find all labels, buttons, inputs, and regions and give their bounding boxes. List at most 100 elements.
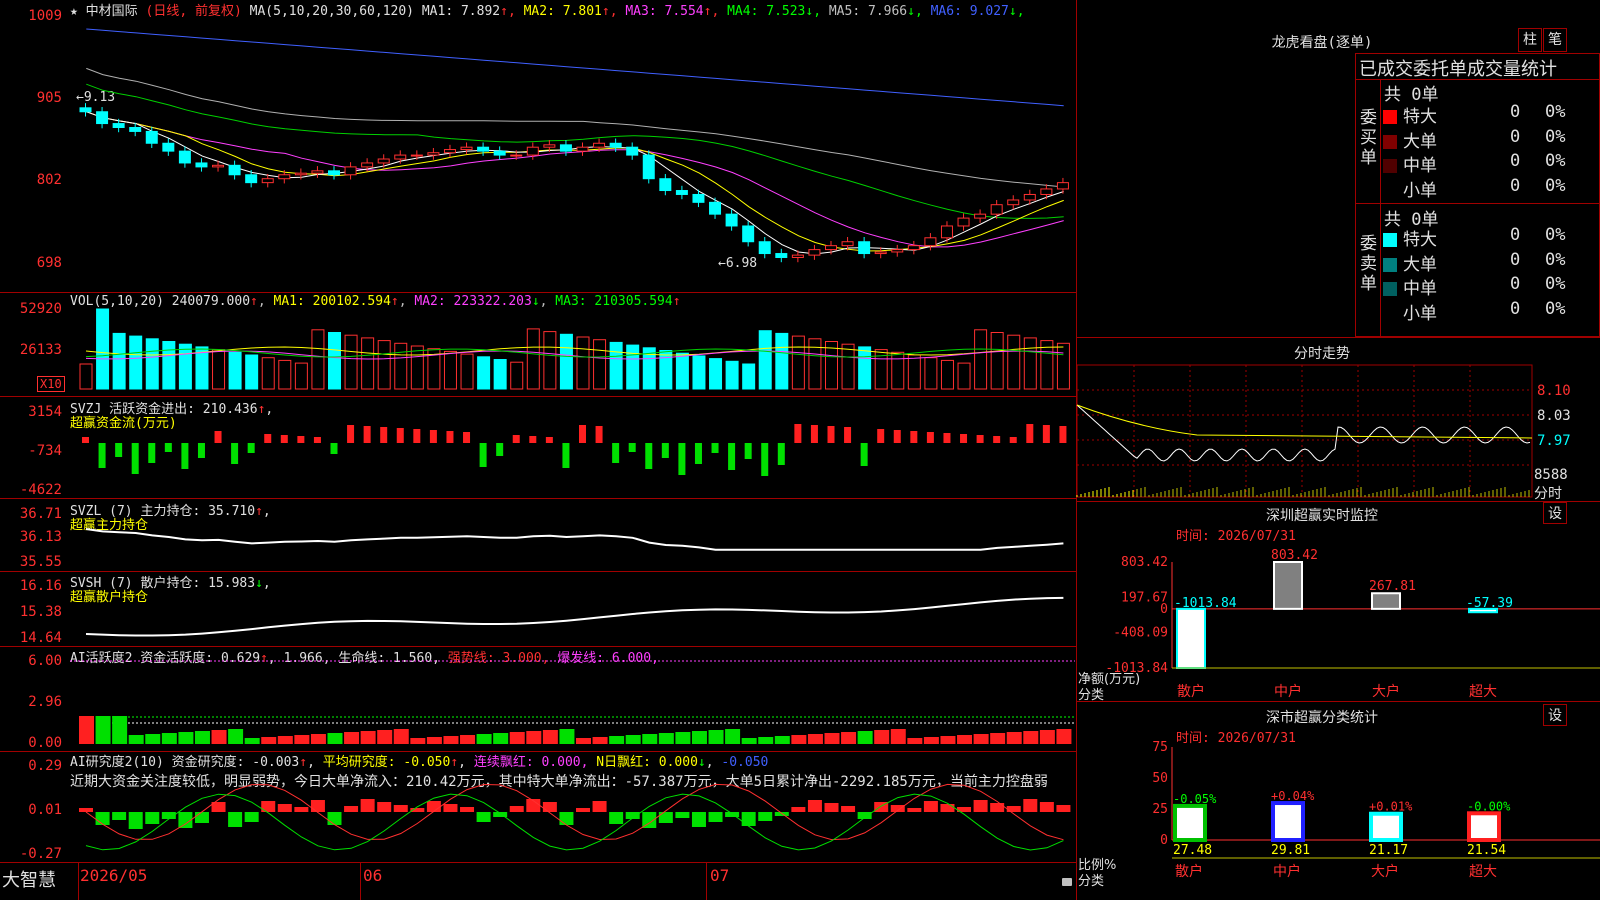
month-divider-3	[706, 862, 707, 900]
volume-bar	[858, 346, 872, 390]
ma-line-3	[86, 83, 1064, 219]
candle-body	[79, 107, 92, 113]
research-bar	[907, 808, 922, 812]
activity-bar	[708, 730, 724, 744]
volume-bar	[129, 335, 143, 390]
research-bar	[824, 803, 839, 812]
activity-bar	[824, 733, 840, 744]
research-bar	[923, 801, 938, 812]
intraday-chart[interactable]	[1076, 364, 1533, 500]
ma-line-1	[86, 28, 1064, 107]
research-bar	[691, 812, 706, 827]
research-bar	[145, 812, 160, 824]
volume-bar	[96, 308, 110, 390]
volume-bar	[278, 359, 292, 390]
candle-body	[460, 146, 473, 151]
tick-view-button[interactable]: 笔	[1543, 28, 1567, 52]
candlestick-chart[interactable]	[0, 0, 1077, 293]
volume-bar	[145, 338, 159, 390]
buy-pct: 0%	[1545, 102, 1566, 122]
candle-body	[195, 162, 208, 168]
activity-bar	[145, 734, 161, 744]
classify-axis-label: 75	[1152, 740, 1168, 755]
flow-bar	[612, 443, 620, 463]
candle-body	[311, 170, 324, 174]
research-bar	[377, 802, 392, 812]
buy-row: 大单	[1383, 127, 1437, 152]
activity-bar	[758, 737, 774, 744]
activity-bar	[957, 735, 973, 744]
flow-bar	[926, 432, 934, 443]
research-bar	[228, 812, 243, 827]
flow-bar	[661, 443, 669, 458]
activity-bar	[625, 735, 641, 744]
candle-body	[907, 245, 920, 251]
monitor-category-label: 散户	[1177, 683, 1205, 700]
flow-bar	[347, 425, 355, 443]
flow-bar	[860, 443, 868, 466]
research-bar	[940, 804, 955, 812]
activity-bar	[344, 732, 360, 744]
buy-pct: 0%	[1545, 126, 1566, 147]
candle-body	[1007, 199, 1020, 206]
svzl-line	[85, 528, 1064, 551]
candle-body	[626, 146, 639, 156]
candle-body	[1040, 188, 1053, 195]
flow-bar	[429, 430, 437, 443]
volume-bar	[841, 343, 855, 390]
stats-col-divider	[1380, 79, 1381, 337]
volume-bar	[974, 329, 988, 390]
monitor-value-label: -1013.84	[1174, 596, 1237, 611]
classify-settings-button[interactable]: 设	[1543, 704, 1567, 726]
buy-row: 特大	[1383, 102, 1437, 127]
research-bar	[990, 803, 1005, 812]
monitor-settings-button[interactable]: 设	[1543, 502, 1567, 524]
activity-bar	[128, 735, 144, 744]
volume-bar	[460, 353, 474, 390]
flow-bar	[413, 429, 421, 443]
intraday-frame	[1076, 364, 1533, 498]
flow-bar	[512, 435, 520, 443]
research-bar	[344, 806, 359, 812]
flow-bar	[1026, 424, 1034, 443]
volume-bar	[609, 341, 623, 390]
date-axis[interactable]	[0, 862, 1077, 900]
sell-pct: 0%	[1545, 298, 1566, 319]
activity-bar	[642, 734, 658, 744]
research-bar	[576, 808, 590, 812]
volume-bar	[410, 345, 424, 390]
candle-body	[559, 144, 572, 152]
activity-bar	[923, 737, 939, 744]
research-bar	[112, 812, 127, 820]
volume-bar	[79, 363, 93, 390]
activity-bar	[1023, 731, 1039, 744]
activity-bar	[658, 733, 674, 744]
flow-bar	[463, 432, 471, 443]
research-bar	[1006, 806, 1021, 812]
flow-bar	[82, 437, 89, 443]
sell-pct: 0%	[1545, 225, 1566, 245]
ma-line-5	[86, 111, 1064, 252]
sell-pct: 0%	[1545, 249, 1566, 270]
buy-row: 小单	[1383, 176, 1437, 201]
candle-body	[758, 241, 771, 255]
svsh-line	[85, 596, 1064, 637]
research-bar	[393, 805, 408, 812]
lock-icon[interactable]	[1062, 878, 1072, 886]
buy-swatch	[1383, 134, 1397, 149]
sell-name: 小单	[1403, 303, 1437, 324]
research-bar	[128, 812, 143, 829]
month-label-2: 06	[363, 866, 383, 885]
volume-bar	[990, 332, 1004, 390]
candle-body	[427, 152, 440, 156]
research-bar	[592, 801, 607, 812]
bar-view-button[interactable]: 柱	[1518, 28, 1542, 52]
flow-bar	[313, 437, 321, 443]
activity-bar	[807, 734, 823, 744]
ai-research-bars	[79, 783, 1071, 851]
research-bar	[741, 812, 756, 826]
activity-bar	[178, 732, 194, 744]
flow-bar	[976, 435, 984, 443]
activity-bar	[576, 738, 591, 744]
classify-bar	[1369, 811, 1403, 842]
